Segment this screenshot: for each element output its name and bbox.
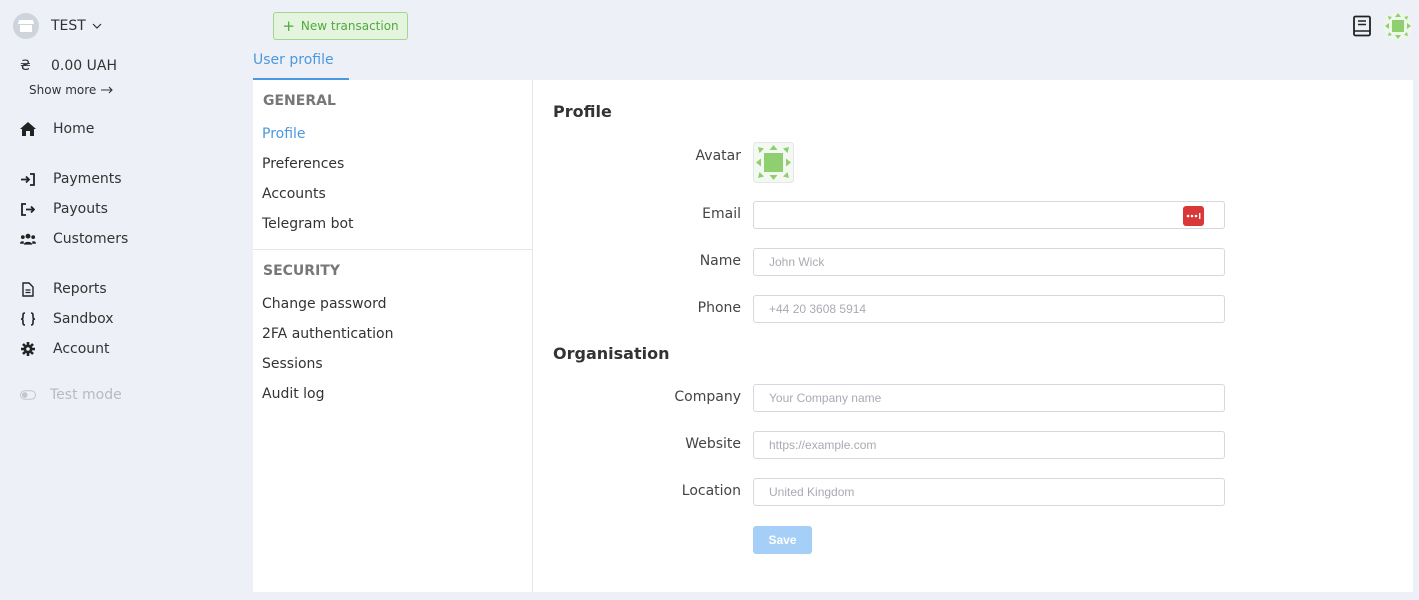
website-label: Website [685, 436, 741, 452]
settings-nav: GENERAL Profile Preferences Accounts Tel… [253, 80, 533, 592]
nav-label-reports: Reports [53, 281, 107, 297]
balance: ₴ 0.00 UAH [20, 58, 117, 74]
organisation-heading: Organisation [553, 344, 670, 363]
plus-icon: + [282, 16, 295, 35]
shop-name: TEST [51, 18, 86, 34]
name-label: Name [699, 253, 741, 269]
new-transaction-label: New transaction [300, 19, 399, 33]
location-label: Location [681, 483, 741, 499]
currency-icon: ₴ [20, 58, 31, 74]
nav-label-sandbox: Sandbox [53, 311, 114, 327]
settings-item-2fa[interactable]: 2FA authentication [262, 326, 393, 342]
profile-heading: Profile [553, 102, 612, 121]
nav-label-payments: Payments [53, 171, 122, 187]
email-label: Email [702, 206, 741, 222]
company-label: Company [674, 389, 741, 405]
show-more-link[interactable]: Show more [29, 83, 114, 97]
avatar-label: Avatar [695, 148, 741, 164]
nav-label-account: Account [53, 341, 110, 357]
payments-icon [20, 171, 36, 187]
nav-item-payouts[interactable]: Payouts [20, 198, 108, 220]
phone-label: Phone [697, 300, 741, 316]
settings-item-accounts[interactable]: Accounts [262, 186, 326, 202]
nav-item-payments[interactable]: Payments [20, 168, 122, 190]
nav-label-home: Home [53, 121, 95, 137]
settings-item-telegram-bot[interactable]: Telegram bot [262, 216, 354, 232]
show-more-label: Show more [29, 83, 97, 97]
shop-icon [13, 13, 39, 39]
test-mode-label: Test mode [50, 387, 122, 403]
section-title-general: GENERAL [263, 93, 336, 109]
nav-label-customers: Customers [53, 231, 129, 247]
gear-icon [20, 341, 36, 357]
name-field[interactable] [753, 248, 1225, 276]
content-card: GENERAL Profile Preferences Accounts Tel… [253, 80, 1413, 592]
nav-item-customers[interactable]: Customers [20, 228, 128, 250]
password-manager-icon[interactable] [1183, 206, 1204, 226]
settings-item-change-password[interactable]: Change password [262, 296, 387, 312]
tab-user-profile[interactable]: User profile [253, 52, 354, 80]
email-field[interactable] [753, 201, 1225, 229]
settings-item-preferences[interactable]: Preferences [262, 156, 344, 172]
arrow-right-icon [101, 86, 114, 94]
customers-icon [20, 231, 36, 247]
avatar-upload[interactable] [753, 142, 794, 183]
tab-label: User profile [253, 52, 334, 68]
settings-item-audit-log[interactable]: Audit log [262, 386, 325, 402]
nav-item-home[interactable]: Home [20, 118, 94, 140]
location-field[interactable] [753, 478, 1225, 506]
shop-switcher[interactable]: TEST [13, 13, 102, 39]
new-transaction-button[interactable]: + New transaction [273, 12, 408, 40]
sandbox-icon [20, 311, 36, 327]
section-title-security: SECURITY [263, 263, 340, 279]
payouts-icon [20, 201, 36, 217]
nav-label-payouts: Payouts [53, 201, 108, 217]
divider [253, 249, 533, 250]
home-icon [20, 121, 36, 137]
balance-amount: 0.00 UAH [51, 58, 117, 74]
settings-item-profile[interactable]: Profile [262, 126, 306, 142]
nav-item-account[interactable]: Account [20, 338, 110, 360]
company-field[interactable] [753, 384, 1225, 412]
nav-item-reports[interactable]: Reports [20, 278, 107, 300]
user-avatar[interactable] [1384, 12, 1412, 40]
nav-item-sandbox[interactable]: Sandbox [20, 308, 114, 330]
documentation-icon[interactable] [1352, 15, 1372, 37]
sidebar: TEST ₴ 0.00 UAH Show more Home Payments … [0, 0, 253, 600]
phone-field[interactable] [753, 295, 1225, 323]
chevron-down-icon [92, 23, 102, 29]
website-field[interactable] [753, 431, 1225, 459]
toggle-off-icon [20, 387, 36, 403]
reports-icon [20, 281, 36, 297]
settings-item-sessions[interactable]: Sessions [262, 356, 323, 372]
test-mode-toggle[interactable]: Test mode [20, 384, 122, 406]
save-button[interactable]: Save [753, 526, 812, 554]
